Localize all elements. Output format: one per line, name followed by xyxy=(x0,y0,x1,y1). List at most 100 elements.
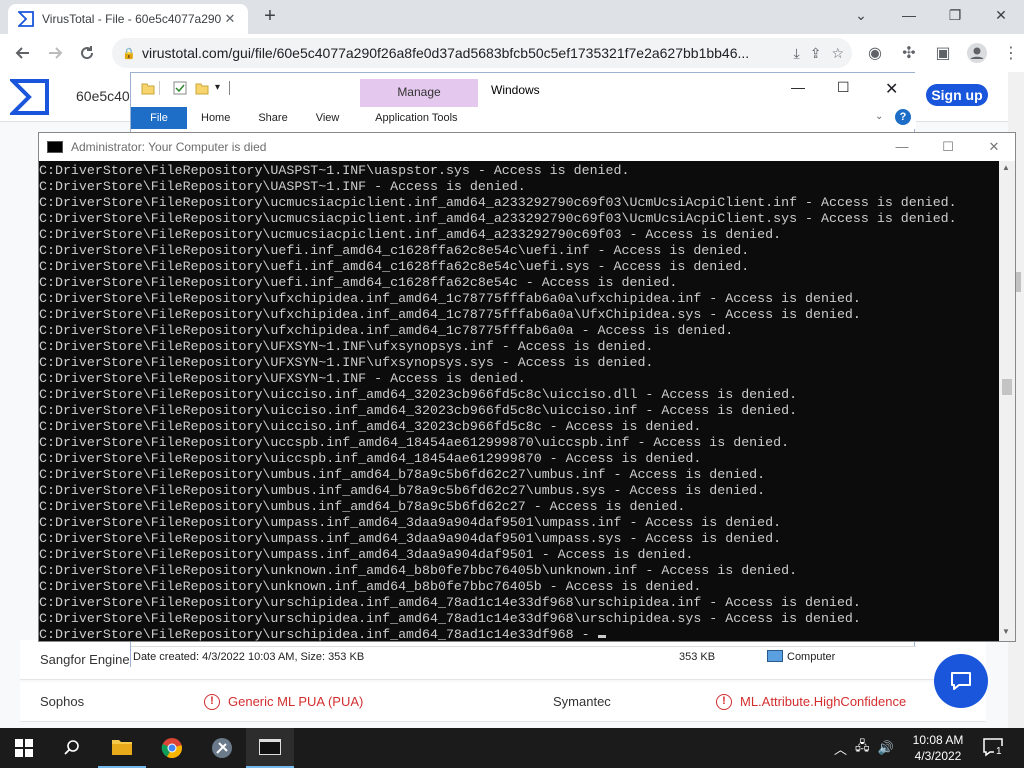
ribbon-tab-share[interactable]: Share xyxy=(244,107,301,129)
ribbon-tab-view[interactable]: View xyxy=(302,107,354,129)
cmd-close-button[interactable]: ✕ xyxy=(971,133,1017,161)
console-line: C:DriverStore\FileRepository\ufxchipidea… xyxy=(39,291,861,306)
scroll-up-icon[interactable]: ▲ xyxy=(1002,163,1010,172)
profile-avatar-icon[interactable] xyxy=(962,38,992,68)
explorer-maximize-button[interactable]: ☐ xyxy=(837,79,850,96)
bookmark-star-icon[interactable]: ☆ xyxy=(831,45,844,62)
browser-toolbar: 🔒 virustotal.com/gui/file/60e5c4077a290f… xyxy=(0,34,1024,72)
arrow-right-icon xyxy=(49,47,63,59)
command-prompt-window: Administrator: Your Computer is died — ☐… xyxy=(38,132,1016,642)
start-button[interactable] xyxy=(0,728,48,768)
qat-dropdown-icon[interactable]: ▾ xyxy=(215,82,220,93)
cmd-maximize-button[interactable]: ☐ xyxy=(925,133,971,161)
browser-tabstrip: VirusTotal - File - 60e5c4077a290 ✕ + ⌄ … xyxy=(0,0,1024,34)
side-panel-icon[interactable]: ▣ xyxy=(928,38,958,68)
properties-icon[interactable] xyxy=(173,81,187,95)
chrome-icon xyxy=(161,738,182,759)
browser-tab-virustotal[interactable]: VirusTotal - File - 60e5c4077a290 ✕ xyxy=(8,4,248,34)
folder-icon[interactable] xyxy=(141,81,155,95)
ribbon-expand-icon[interactable]: ⌄ xyxy=(875,111,883,122)
reload-icon xyxy=(81,46,94,60)
cmd-window-title: Administrator: Your Computer is died xyxy=(71,140,267,154)
console-line: C:DriverStore\FileRepository\uccspb.inf_… xyxy=(39,435,790,450)
notification-center-button[interactable]: 1 xyxy=(982,736,1006,760)
console-app-icon xyxy=(259,739,281,755)
taskbar-app-tool[interactable] xyxy=(198,728,246,768)
help-icon[interactable]: ? xyxy=(895,109,911,125)
tab-title: VirusTotal - File - 60e5c4077a290 xyxy=(42,12,222,26)
vt-detection-result: ! Generic ML PUA (PUA) xyxy=(204,693,363,710)
extensions-puzzle-icon[interactable]: ✣ xyxy=(894,38,924,68)
taskbar-command-prompt[interactable] xyxy=(246,728,294,768)
windows-taskbar: ︿ 🖧 🔊 10:08 AM 4/3/2022 1 xyxy=(0,728,1024,768)
reload-button[interactable] xyxy=(72,38,102,68)
share-icon[interactable]: ⇪ xyxy=(810,45,822,62)
scroll-down-icon[interactable]: ▼ xyxy=(1002,627,1010,636)
console-line: C:DriverStore\FileRepository\uefi.inf_am… xyxy=(39,259,750,274)
network-icon[interactable]: 🖧 xyxy=(855,737,870,759)
taskbar-file-explorer[interactable] xyxy=(98,728,146,768)
console-line: C:DriverStore\FileRepository\ucmucsiacpi… xyxy=(39,227,782,242)
console-cursor xyxy=(597,635,606,638)
cmd-minimize-button[interactable]: — xyxy=(879,133,925,161)
cmd-title-bar[interactable]: Administrator: Your Computer is died — ☐… xyxy=(39,133,1015,161)
console-line: C:DriverStore\FileRepository\umpass.inf_… xyxy=(39,531,782,546)
console-line: C:DriverStore\FileRepository\ufxchipidea… xyxy=(39,307,861,322)
alert-circle-icon: ! xyxy=(204,693,220,710)
back-button[interactable] xyxy=(8,38,38,68)
console-scrollbar[interactable]: ▲ ▼ xyxy=(999,161,1015,641)
arrow-left-icon xyxy=(15,47,29,59)
file-explorer-icon xyxy=(112,740,132,755)
alert-circle-icon: ! xyxy=(716,693,732,710)
console-icon xyxy=(47,141,63,153)
new-tab-button[interactable]: + xyxy=(258,6,282,28)
install-app-icon[interactable]: ⤓ xyxy=(794,45,800,62)
show-hidden-icons-icon[interactable]: ︿ xyxy=(834,739,847,758)
close-window-button[interactable]: ✕ xyxy=(978,4,1024,26)
console-line: C:DriverStore\FileRepository\ucmucsiacpi… xyxy=(39,211,957,226)
console-line: C:DriverStore\FileRepository\UASPST~1.IN… xyxy=(39,163,630,178)
clock-time: 10:08 AM xyxy=(912,733,964,747)
chrome-menu-icon[interactable]: ⋮ xyxy=(996,38,1024,68)
virustotal-favicon-icon xyxy=(18,11,34,27)
volume-icon[interactable]: 🔊 xyxy=(878,740,894,756)
console-line: C:DriverStore\FileRepository\urschipidea… xyxy=(39,611,861,626)
console-lines: C:DriverStore\FileRepository\UASPST~1.IN… xyxy=(39,163,999,641)
ribbon-tab-file[interactable]: File xyxy=(131,107,187,129)
lock-icon[interactable]: 🔒 xyxy=(122,47,136,60)
minimize-button[interactable]: — xyxy=(886,4,932,26)
console-scroll-thumb[interactable] xyxy=(1002,379,1012,395)
console-output[interactable]: C:DriverStore\FileRepository\UASPST~1.IN… xyxy=(39,161,999,641)
manage-tab[interactable]: Manage xyxy=(360,79,478,107)
extension-globe-icon[interactable]: ◉ xyxy=(860,38,890,68)
explorer-close-button[interactable]: ✕ xyxy=(885,79,898,99)
console-line: C:DriverStore\FileRepository\UFXSYN~1.IN… xyxy=(39,339,654,354)
explorer-minimize-button[interactable]: — xyxy=(791,79,805,95)
tab-search-icon[interactable]: ⌄ xyxy=(838,4,884,26)
taskbar-chrome[interactable] xyxy=(148,728,196,768)
console-line: C:DriverStore\FileRepository\ufxchipidea… xyxy=(39,323,734,338)
search-button[interactable] xyxy=(48,728,96,768)
tab-close-icon[interactable]: ✕ xyxy=(222,11,238,27)
vt-detection-row: Sophos ! Generic ML PUA (PUA) Symantec !… xyxy=(20,682,986,722)
address-bar[interactable]: 🔒 virustotal.com/gui/file/60e5c4077a290f… xyxy=(112,38,852,68)
console-line: C:DriverStore\FileRepository\uicciso.inf… xyxy=(39,403,798,418)
windows-logo-icon xyxy=(15,739,33,757)
ribbon-tab-application-tools[interactable]: Application Tools xyxy=(357,107,475,129)
computer-icon xyxy=(767,650,783,662)
vt-engine-name: Sophos xyxy=(40,694,85,709)
console-line: C:DriverStore\FileRepository\unknown.inf… xyxy=(39,563,798,578)
restore-button[interactable]: ❐ xyxy=(932,4,978,26)
chat-button[interactable] xyxy=(934,654,988,708)
new-folder-icon[interactable] xyxy=(195,81,209,95)
ribbon-tab-home[interactable]: Home xyxy=(187,107,244,129)
console-line: C:DriverStore\FileRepository\ucmucsiacpi… xyxy=(39,195,957,210)
console-line: C:DriverStore\FileRepository\urschipidea… xyxy=(39,595,861,610)
console-line: C:DriverStore\FileRepository\umpass.inf_… xyxy=(39,515,782,530)
forward-button[interactable] xyxy=(40,38,70,68)
console-line: C:DriverStore\FileRepository\umpass.inf_… xyxy=(39,547,694,562)
console-line: C:DriverStore\FileRepository\umbus.inf_a… xyxy=(39,483,766,498)
taskbar-clock[interactable]: 10:08 AM 4/3/2022 xyxy=(902,732,974,764)
sign-up-button[interactable]: Sign up xyxy=(926,84,988,106)
virustotal-logo-icon[interactable] xyxy=(10,78,50,116)
